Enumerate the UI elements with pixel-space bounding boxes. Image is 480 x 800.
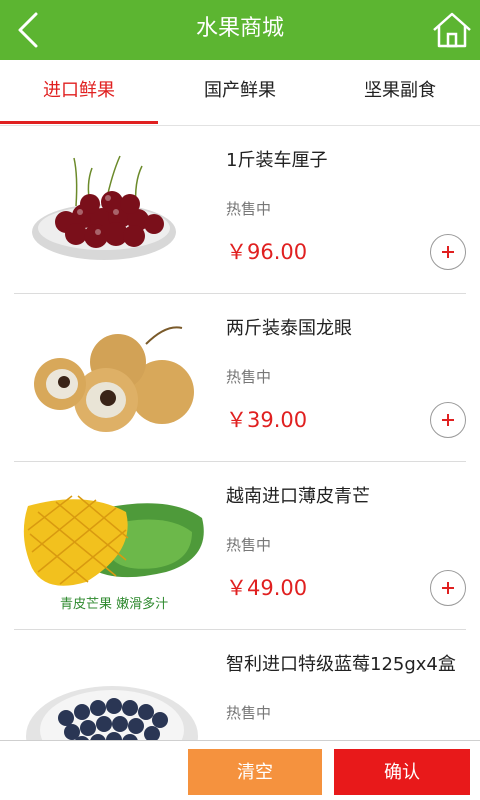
product-price: ￥49.00 [226,576,308,600]
product-image-longan [16,304,212,452]
bottom-action-bar: 清空 确认 [0,740,480,800]
tab-domestic-fruit[interactable]: 国产鲜果 [160,60,320,124]
home-icon [433,12,471,48]
product-list[interactable]: 1斤装车厘子 热售中 ￥96.00 两斤装泰国龙眼 热售中 ￥39.00 青皮芒… [0,126,480,740]
back-button[interactable] [6,6,54,54]
product-image-mango: 青皮芒果 嫩滑多汁 [16,472,212,620]
list-item[interactable]: 青皮芒果 嫩滑多汁 越南进口薄皮青芒 热售中 ￥49.00 [14,462,466,630]
category-tabs: 进口鲜果 国产鲜果 坚果副食 [0,60,480,126]
tab-nuts-snacks[interactable]: 坚果副食 [320,60,480,124]
plus-icon [442,582,454,594]
tab-imported-fruit[interactable]: 进口鲜果 [0,60,158,124]
home-button[interactable] [430,8,474,52]
product-name: 1斤装车厘子 [226,150,328,171]
app-header: 水果商城 [0,0,480,60]
plus-icon [442,246,454,258]
product-name: 两斤装泰国龙眼 [226,318,352,339]
list-item[interactable]: 1斤装车厘子 热售中 ￥96.00 [14,126,466,294]
plus-icon [442,414,454,426]
confirm-button[interactable]: 确认 [334,749,470,795]
product-status: 热售中 [226,704,272,722]
clear-button[interactable]: 清空 [188,749,322,795]
add-to-cart-button[interactable] [430,402,466,438]
product-status: 热售中 [226,368,272,386]
product-image-blueberries [16,640,212,740]
add-to-cart-button[interactable] [430,234,466,270]
page-title: 水果商城 [195,16,284,41]
product-status: 热售中 [226,536,272,554]
list-item[interactable]: 智利进口特级蓝莓125gx4盒 热售中 [14,630,466,740]
product-name: 智利进口特级蓝莓125gx4盒 [226,654,456,675]
list-item[interactable]: 两斤装泰国龙眼 热售中 ￥39.00 [14,294,466,462]
active-tab-indicator [0,121,158,124]
image-caption: 青皮芒果 嫩滑多汁 [60,596,168,612]
product-price: ￥39.00 [226,408,308,432]
chevron-left-icon [18,12,38,48]
product-price: ￥96.00 [226,240,308,264]
product-status: 热售中 [226,200,272,218]
add-to-cart-button[interactable] [430,570,466,606]
product-name: 越南进口薄皮青芒 [226,486,370,507]
product-image-cherries [16,136,212,284]
